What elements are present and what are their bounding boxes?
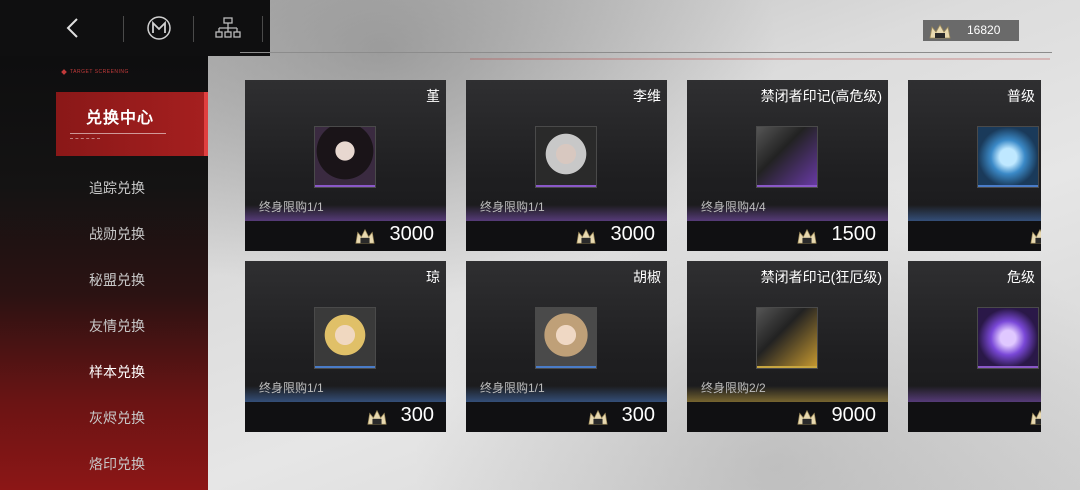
rarity-bar (978, 366, 1038, 368)
price-row (908, 402, 1041, 432)
sidebar-item-exchange-center[interactable]: 兑换中心 (56, 92, 208, 156)
crown-coin-icon (929, 24, 951, 39)
rarity-glow (908, 205, 1041, 221)
card-jin[interactable]: 堇终身限购1/1 3000 (245, 80, 446, 251)
item-portrait (756, 126, 818, 188)
price-value: 9000 (831, 404, 877, 426)
crown-coin-icon (1030, 409, 1041, 425)
price-value: 1500 (831, 223, 877, 245)
sidebar-item-friendship[interactable]: 友情兑换 (56, 311, 208, 341)
purchase-limit: 终身限购1/1 (259, 381, 324, 395)
rarity-bar (536, 185, 596, 187)
card-normal-level[interactable]: 普级 (908, 80, 1041, 251)
hierarchy-icon (215, 17, 241, 38)
emblem-button[interactable] (143, 12, 175, 44)
sidebar-item-sample[interactable]: 样本兑换 (56, 357, 208, 387)
item-portrait (314, 126, 376, 188)
sidebar-item-medal[interactable]: 战勋兑换 (56, 219, 208, 249)
currency-display: 16820 (923, 20, 1019, 41)
price-row: 1500 (687, 221, 888, 251)
divider (262, 16, 263, 42)
price-row: 300 (466, 402, 667, 432)
item-portrait (535, 126, 597, 188)
sidebar-item-tracking[interactable]: 追踪兑换 (56, 173, 208, 203)
card-seal-frenzy[interactable]: 禁闭者印记(狂厄级) 终身限购2/2 9000 (687, 261, 888, 432)
purchase-limit: 终身限购4/4 (701, 200, 766, 214)
card-body: 胡椒终身限购1/1 300 (466, 261, 667, 432)
card-title: 禁闭者印记(高危级) (760, 88, 882, 104)
crown-coin-icon (588, 409, 608, 425)
price-value: 3000 (389, 223, 435, 245)
crown-coin-icon (355, 228, 375, 244)
crown-coin-icon (797, 228, 817, 244)
item-portrait (977, 307, 1039, 369)
sidebar-item-alliance[interactable]: 秘盟兑换 (56, 265, 208, 295)
card-body: 普级 (908, 80, 1041, 251)
purchase-limit: 终身限购1/1 (480, 200, 545, 214)
hierarchy-button[interactable] (212, 12, 244, 44)
price-row (908, 221, 1041, 251)
card-hu-jiao[interactable]: 胡椒终身限购1/1 300 (466, 261, 667, 432)
decorative-line (470, 58, 1050, 60)
card-title: 普级 (1007, 88, 1035, 104)
item-portrait (756, 307, 818, 369)
card-body: 禁闭者印记(高危级) 终身限购4/4 1500 (687, 80, 888, 251)
card-body: 琼终身限购1/1 300 (245, 261, 446, 432)
rarity-bar (978, 185, 1038, 187)
crown-coin-icon (576, 228, 596, 244)
card-title: 堇 (426, 88, 440, 104)
m-emblem-icon (147, 16, 171, 40)
card-body: 危级 (908, 261, 1041, 432)
decorative-line (240, 52, 1052, 53)
currency-amount: 16820 (967, 23, 1001, 37)
card-seal-high-risk[interactable]: 禁闭者印记(高危级) 终身限购4/4 1500 (687, 80, 888, 251)
back-button[interactable] (57, 12, 89, 44)
card-title: 危级 (1007, 269, 1035, 285)
price-row: 300 (245, 402, 446, 432)
decorative-ticks (70, 138, 100, 141)
crown-coin-icon (797, 409, 817, 425)
price-row: 3000 (466, 221, 667, 251)
divider (123, 16, 124, 42)
rarity-bar (757, 185, 817, 187)
sidebar-item-ember[interactable]: 灰烬兑换 (56, 403, 208, 433)
rarity-bar (315, 366, 375, 368)
sidebar-item-brand[interactable]: 烙印兑换 (56, 449, 208, 479)
sidebar: TARGET SCREENING 兑换中心 追踪兑换 战勋兑换 秘盟兑换 友情兑… (0, 56, 208, 490)
card-danger-level[interactable]: 危级 (908, 261, 1041, 432)
sidebar-tag: TARGET SCREENING (70, 69, 129, 75)
rarity-bar (315, 185, 375, 187)
item-portrait (535, 307, 597, 369)
price-value: 3000 (610, 223, 656, 245)
item-portrait (314, 307, 376, 369)
card-li-wei[interactable]: 李维终身限购1/1 3000 (466, 80, 667, 251)
purchase-limit: 终身限购1/1 (480, 381, 545, 395)
card-body: 禁闭者印记(狂厄级) 终身限购2/2 9000 (687, 261, 888, 432)
card-title: 李维 (633, 88, 661, 104)
item-portrait (977, 126, 1039, 188)
rarity-bar (536, 366, 596, 368)
card-body: 李维终身限购1/1 3000 (466, 80, 667, 251)
divider (193, 16, 194, 42)
chevron-left-icon (66, 18, 78, 38)
tag-dot (61, 69, 67, 75)
purchase-limit: 终身限购1/1 (259, 200, 324, 214)
price-value: 300 (621, 404, 655, 426)
crown-coin-icon (1030, 228, 1041, 244)
card-title: 琼 (426, 269, 440, 285)
card-title: 胡椒 (633, 269, 661, 285)
card-body: 堇终身限购1/1 3000 (245, 80, 446, 251)
card-title: 禁闭者印记(狂厄级) (760, 269, 882, 285)
price-row: 3000 (245, 221, 446, 251)
divider (70, 133, 166, 134)
rarity-bar (757, 366, 817, 368)
price-row: 9000 (687, 402, 888, 432)
crown-coin-icon (367, 409, 387, 425)
sidebar-item-label: 兑换中心 (86, 110, 155, 127)
purchase-limit: 终身限购2/2 (701, 381, 766, 395)
rarity-glow (908, 386, 1041, 402)
card-qiong[interactable]: 琼终身限购1/1 300 (245, 261, 446, 432)
price-value: 300 (400, 404, 434, 426)
